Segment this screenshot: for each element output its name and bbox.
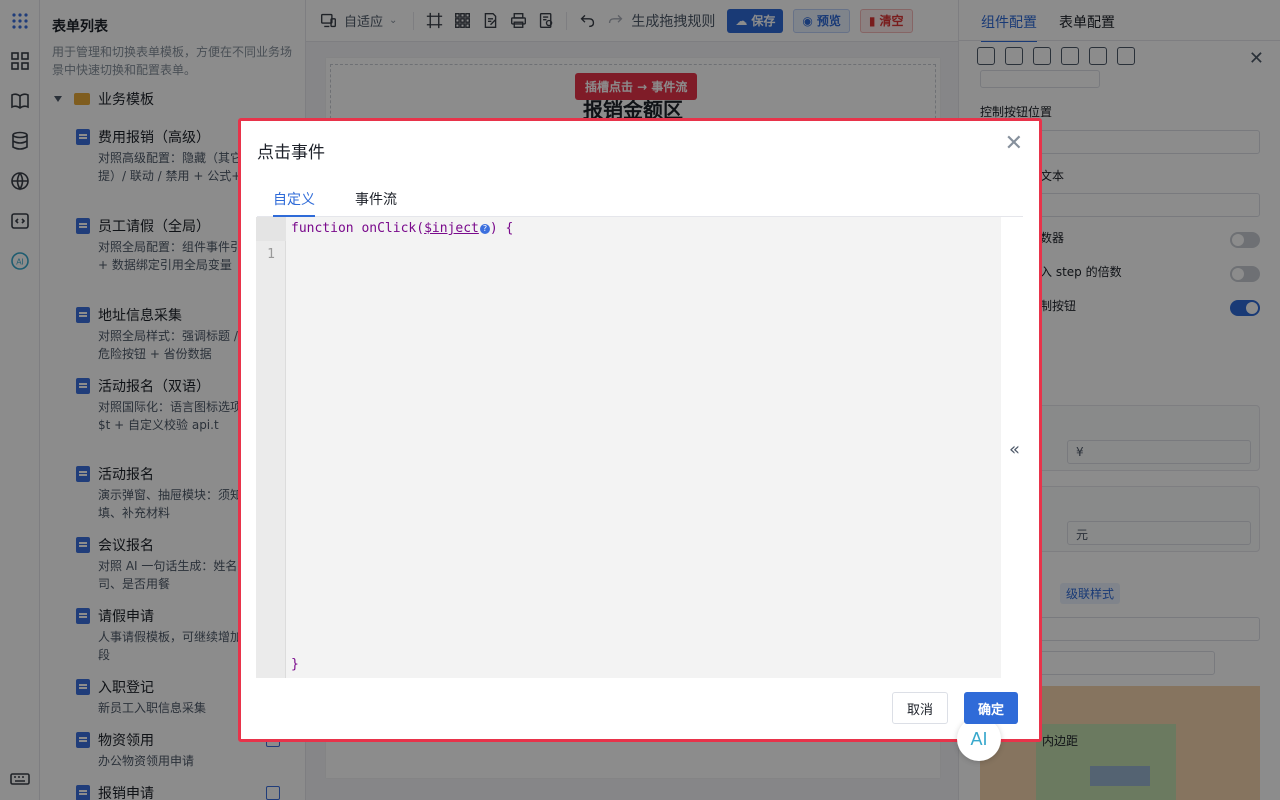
help-icon[interactable]: ? bbox=[479, 223, 490, 234]
collapse-panel-icon[interactable]: « bbox=[1009, 439, 1020, 460]
code-function-text: function onClick( bbox=[291, 221, 425, 236]
app-root: AI 表单列表 用于管理和切换表单模板，方便在不同业务场景中快速切换和配置表单。… bbox=[0, 0, 1280, 800]
code-inject-param[interactable]: $inject bbox=[424, 221, 479, 236]
code-line-close: } bbox=[291, 657, 299, 672]
dialog-title: 点击事件 bbox=[257, 143, 325, 163]
tab-custom[interactable]: 自定义 bbox=[273, 181, 315, 217]
code-editor[interactable]: 1 function onClick($inject?) { } AI bbox=[256, 217, 1001, 761]
close-icon[interactable]: ✕ bbox=[1005, 133, 1023, 155]
line-number: 1 bbox=[267, 247, 275, 262]
line-gutter bbox=[256, 217, 286, 678]
dialog-tabs: 自定义 事件流 bbox=[257, 181, 1023, 217]
code-line-signature: function onClick($inject?) { bbox=[291, 221, 513, 236]
confirm-button[interactable]: 确定 bbox=[964, 692, 1019, 724]
gutter-header bbox=[256, 217, 286, 241]
tab-event-flow[interactable]: 事件流 bbox=[355, 181, 397, 217]
click-event-dialog: 点击事件 ✕ 自定义 事件流 1 function onClick($injec… bbox=[238, 118, 1042, 761]
code-brace-open: ) { bbox=[489, 221, 514, 236]
ai-button-label: AI bbox=[970, 728, 988, 749]
cancel-button[interactable]: 取消 bbox=[892, 692, 949, 724]
